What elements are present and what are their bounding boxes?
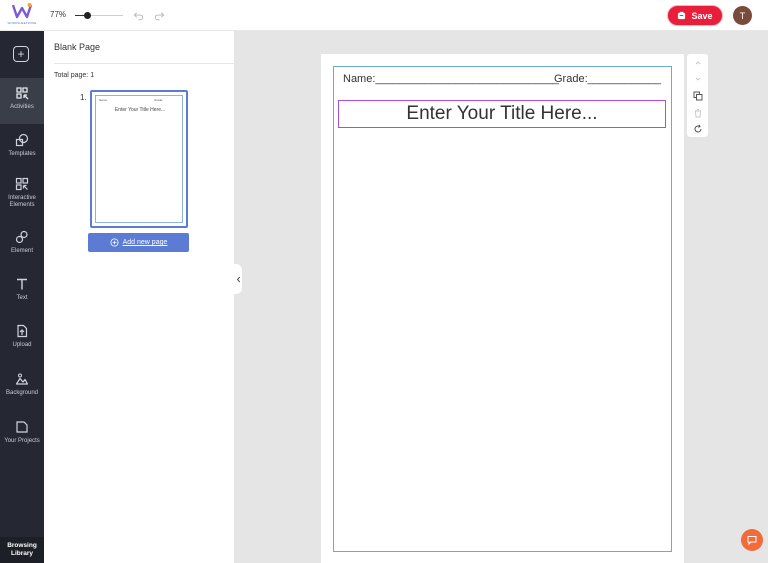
- trash-icon: [694, 108, 701, 117]
- move-page-up-button[interactable]: [692, 57, 703, 68]
- refresh-page-button[interactable]: [692, 123, 703, 134]
- sidebar-item-your-projects[interactable]: Your Projects: [0, 412, 44, 458]
- sidebar-item-label: Text: [16, 295, 28, 301]
- duplicate-icon: [693, 91, 702, 100]
- sidebar-item-label: Element: [10, 248, 33, 254]
- thumbnail-title: Enter Your Title Here...: [114, 107, 166, 113]
- interactive-elements-icon: [15, 177, 29, 191]
- left-sidebar: + Activities Templates Interactive Eleme…: [0, 31, 44, 563]
- text-icon: [17, 278, 27, 290]
- sidebar-item-label: Upload: [12, 342, 32, 348]
- chevron-up-icon: [695, 60, 700, 64]
- save-button[interactable]: Save: [667, 5, 723, 26]
- name-field-line[interactable]: Name:______________________________: [343, 73, 559, 85]
- sidebar-item-interactive-elements[interactable]: Interactive Elements: [0, 169, 44, 215]
- logo-icon: [12, 3, 32, 19]
- add-new-page-label: Add new page: [122, 239, 168, 246]
- activities-icon: [16, 87, 29, 100]
- user-avatar[interactable]: T: [733, 6, 752, 25]
- sidebar-item-label: Activities: [10, 104, 34, 110]
- browsing-library-button[interactable]: Browsing Library: [0, 537, 44, 563]
- save-button-label: Save: [691, 10, 713, 21]
- save-icon: [678, 11, 686, 20]
- sidebar-item-label: Background: [5, 390, 39, 396]
- sidebar-item-label: Your Projects: [4, 438, 40, 444]
- sidebar-item-upload[interactable]: Upload: [0, 316, 44, 362]
- sidebar-item-templates[interactable]: Templates: [0, 125, 44, 171]
- collapse-panel-button[interactable]: [234, 264, 242, 294]
- undo-icon[interactable]: [133, 10, 144, 21]
- chat-icon: [747, 536, 757, 546]
- add-button[interactable]: +: [13, 46, 29, 62]
- sidebar-item-element[interactable]: Element: [0, 222, 44, 268]
- grade-field-line[interactable]: Grade:____________: [554, 73, 661, 85]
- thumbnail-name-line: Name:: [99, 98, 108, 102]
- editor-canvas[interactable]: Name:______________________________ Grad…: [234, 31, 768, 563]
- redo-icon[interactable]: [154, 10, 165, 21]
- zoom-level-label: 77%: [50, 10, 67, 19]
- thumbnail-frame: Name: Grade: Enter Your Title Here...: [95, 95, 183, 223]
- move-page-down-button[interactable]: [692, 73, 703, 84]
- upload-icon: [17, 324, 28, 338]
- panel-title: Blank Page: [54, 42, 101, 52]
- sidebar-item-label: Templates: [8, 151, 36, 157]
- pages-panel: Blank Page Total page: 1 1. Name: Grade:…: [44, 31, 268, 563]
- delete-page-button[interactable]: [692, 107, 703, 118]
- worksheet-border: Name:______________________________ Grad…: [333, 66, 672, 552]
- help-chat-button[interactable]: [741, 529, 763, 551]
- plus-circle-icon: [110, 238, 119, 247]
- page-number: 1.: [80, 93, 87, 102]
- add-new-page-button[interactable]: Add new page: [88, 233, 189, 252]
- worksheet-title-textbox[interactable]: Enter Your Title Here...: [338, 100, 666, 128]
- worksheet-page[interactable]: Name:______________________________ Grad…: [321, 54, 684, 563]
- thumbnail-grade-line: Grade:: [154, 98, 164, 102]
- sidebar-item-background[interactable]: Background: [0, 364, 44, 410]
- sidebar-item-activities[interactable]: Activities: [0, 78, 44, 124]
- projects-icon: [16, 421, 28, 433]
- top-toolbar: WORKSHEETZONE 77% Save T: [0, 0, 768, 31]
- page-tools-toolbar: [687, 54, 708, 137]
- duplicate-page-button[interactable]: [692, 90, 703, 101]
- logo-text: WORKSHEETZONE: [7, 21, 37, 25]
- zoom-slider-track[interactable]: [75, 15, 123, 16]
- templates-icon: [15, 133, 29, 147]
- background-icon: [15, 373, 29, 385]
- chevron-down-icon: [695, 77, 700, 81]
- element-icon: [15, 230, 28, 244]
- zoom-slider-handle[interactable]: [83, 12, 91, 19]
- sidebar-item-label: Interactive Elements: [8, 195, 36, 208]
- refresh-icon: [694, 124, 701, 132]
- page-thumbnail[interactable]: Name: Grade: Enter Your Title Here...: [90, 90, 188, 228]
- chevron-left-icon: [236, 276, 240, 282]
- total-pages-label: Total page: 1: [54, 72, 95, 79]
- app-logo[interactable]: WORKSHEETZONE: [4, 2, 40, 28]
- sidebar-item-text[interactable]: Text: [0, 269, 44, 315]
